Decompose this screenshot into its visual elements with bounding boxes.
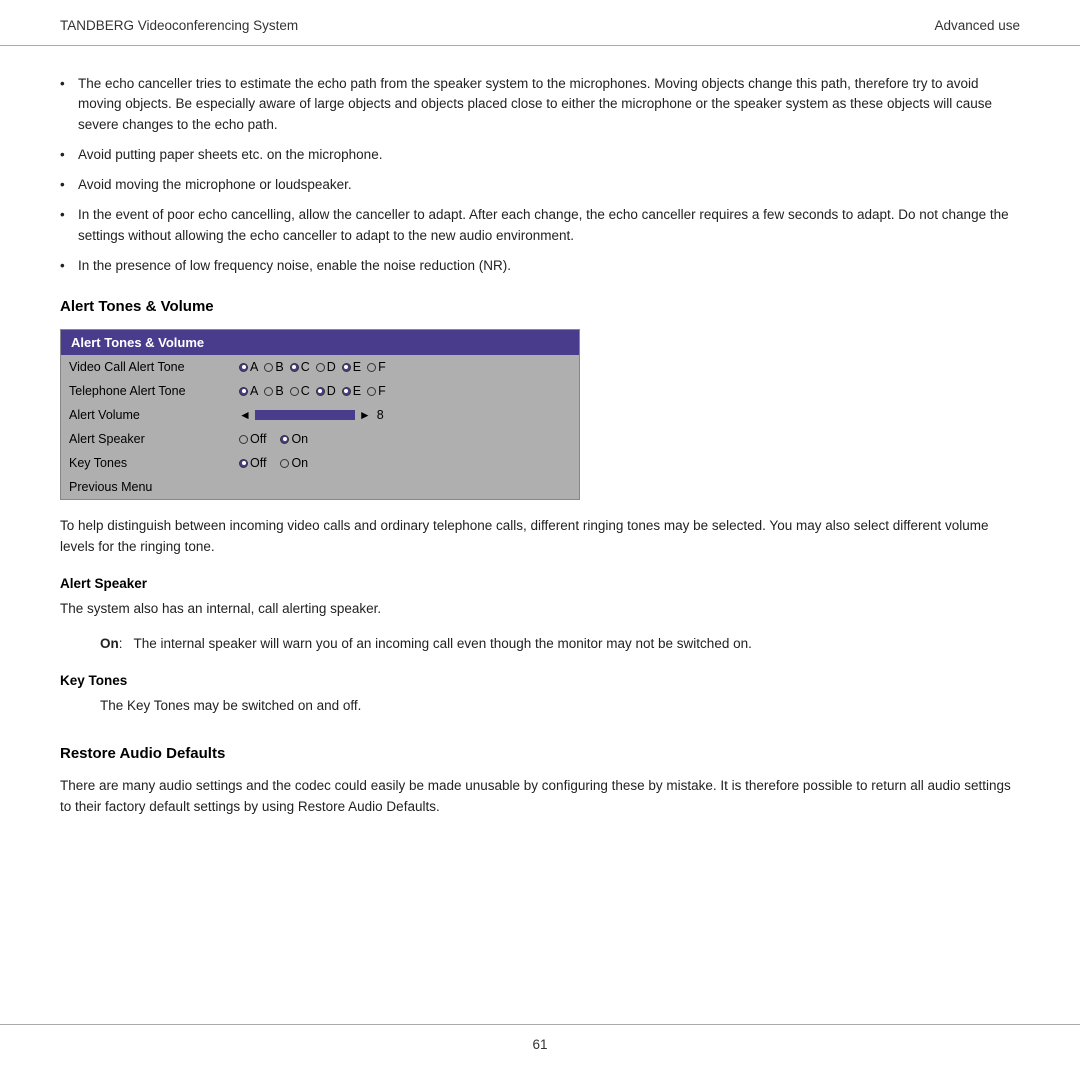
previous-menu-label: Previous Menu — [69, 480, 239, 494]
alert-speaker-on-description: On: The internal speaker will warn you o… — [60, 634, 1020, 655]
bullet-list: The echo canceller tries to estimate the… — [60, 74, 1020, 276]
tel-F-label: F — [378, 384, 386, 398]
tel-E-label: E — [353, 384, 361, 398]
tel-D-label: D — [327, 384, 336, 398]
volume-number: 8 — [377, 408, 384, 422]
key-tones-off[interactable]: Off — [239, 456, 266, 470]
alert-tones-heading: Alert Tones & Volume — [60, 298, 1020, 315]
alert-speaker-on-radio — [280, 435, 289, 444]
radio-D-circle — [316, 363, 325, 372]
tel-radio-D — [316, 387, 325, 396]
key-tones-options: Off On — [239, 456, 308, 470]
alert-speaker-on-keyword: On — [100, 636, 119, 651]
radio-C-label: C — [301, 360, 310, 374]
key-tones-off-label: Off — [250, 456, 266, 470]
tel-B-label: B — [275, 384, 283, 398]
tel-E[interactable]: E — [342, 384, 361, 398]
alert-speaker-label: Alert Speaker — [69, 432, 239, 446]
tel-D[interactable]: D — [316, 384, 336, 398]
video-call-options: A B C D — [239, 360, 386, 374]
tel-radio-B — [264, 387, 273, 396]
radio-A-label: A — [250, 360, 258, 374]
alert-speaker-off-label: Off — [250, 432, 266, 446]
restore-audio-heading: Restore Audio Defaults — [60, 745, 1020, 762]
tel-C[interactable]: C — [290, 384, 310, 398]
alert-speaker-on-label: On — [291, 432, 308, 446]
page: TANDBERG Videoconferencing System Advanc… — [0, 0, 1080, 1080]
alert-speaker-off-radio — [239, 435, 248, 444]
previous-menu-row[interactable]: Previous Menu — [61, 475, 579, 499]
page-number: 61 — [532, 1037, 547, 1052]
volume-arrow-left[interactable]: ◄ — [239, 408, 251, 422]
video-call-C[interactable]: C — [290, 360, 310, 374]
key-tones-on[interactable]: On — [280, 456, 308, 470]
telephone-alert-options: A B C D — [239, 384, 386, 398]
radio-B-label: B — [275, 360, 283, 374]
header: TANDBERG Videoconferencing System Advanc… — [0, 0, 1080, 46]
alert-speaker-options: Off On — [239, 432, 308, 446]
radio-D-label: D — [327, 360, 336, 374]
key-tones-row: Key Tones Off On — [61, 451, 579, 475]
key-tones-off-radio — [239, 459, 248, 468]
description-text: To help distinguish between incoming vid… — [60, 516, 1020, 558]
video-call-E[interactable]: E — [342, 360, 361, 374]
atv-table-body: Video Call Alert Tone A B C — [61, 355, 579, 499]
radio-C-circle — [290, 363, 299, 372]
video-call-D[interactable]: D — [316, 360, 336, 374]
alert-speaker-on-text: The internal speaker will warn you of an… — [134, 636, 752, 651]
radio-E-circle — [342, 363, 351, 372]
bullet-item-5: In the presence of low frequency noise, … — [60, 256, 1020, 276]
alert-speaker-colon: : — [119, 636, 134, 651]
video-call-label: Video Call Alert Tone — [69, 360, 239, 374]
volume-bar: ◄ ► 8 — [239, 408, 384, 422]
tel-A-label: A — [250, 384, 258, 398]
header-section: Advanced use — [934, 18, 1020, 33]
tel-A[interactable]: A — [239, 384, 258, 398]
alert-speaker-on[interactable]: On — [280, 432, 308, 446]
volume-slider-track[interactable] — [255, 410, 355, 420]
key-tones-on-radio — [280, 459, 289, 468]
radio-B-circle — [264, 363, 273, 372]
radio-F-label: F — [378, 360, 386, 374]
tel-B[interactable]: B — [264, 384, 283, 398]
video-call-B[interactable]: B — [264, 360, 283, 374]
alert-volume-label: Alert Volume — [69, 408, 239, 422]
telephone-alert-label: Telephone Alert Tone — [69, 384, 239, 398]
restore-audio-body: There are many audio settings and the co… — [60, 776, 1020, 818]
video-call-alert-tone-row: Video Call Alert Tone A B C — [61, 355, 579, 379]
tel-radio-F — [367, 387, 376, 396]
alert-speaker-body: The system also has an internal, call al… — [60, 599, 1020, 620]
video-call-F[interactable]: F — [367, 360, 386, 374]
alert-speaker-row: Alert Speaker Off On — [61, 427, 579, 451]
alert-speaker-heading: Alert Speaker — [60, 576, 1020, 591]
bullet-item-3: Avoid moving the microphone or loudspeak… — [60, 175, 1020, 195]
bullet-item-1: The echo canceller tries to estimate the… — [60, 74, 1020, 135]
tel-C-label: C — [301, 384, 310, 398]
header-title: TANDBERG Videoconferencing System — [60, 18, 298, 33]
tel-radio-E — [342, 387, 351, 396]
key-tones-on-label: On — [291, 456, 308, 470]
key-tones-heading: Key Tones — [60, 673, 1020, 688]
alert-tones-table: Alert Tones & Volume Video Call Alert To… — [60, 329, 580, 500]
tel-radio-A — [239, 387, 248, 396]
bullet-item-2: Avoid putting paper sheets etc. on the m… — [60, 145, 1020, 165]
footer: 61 — [0, 1024, 1080, 1052]
radio-A-circle — [239, 363, 248, 372]
key-tones-body: The Key Tones may be switched on and off… — [60, 696, 1020, 717]
tel-radio-C — [290, 387, 299, 396]
key-tones-label: Key Tones — [69, 456, 239, 470]
radio-F-circle — [367, 363, 376, 372]
tel-F[interactable]: F — [367, 384, 386, 398]
atv-table-header: Alert Tones & Volume — [61, 330, 579, 355]
volume-arrow-right[interactable]: ► — [359, 408, 371, 422]
content: The echo canceller tries to estimate the… — [0, 46, 1080, 861]
alert-speaker-off[interactable]: Off — [239, 432, 266, 446]
bullet-item-4: In the event of poor echo cancelling, al… — [60, 205, 1020, 246]
video-call-A[interactable]: A — [239, 360, 258, 374]
alert-volume-row: Alert Volume ◄ ► 8 — [61, 403, 579, 427]
radio-E-label: E — [353, 360, 361, 374]
telephone-alert-tone-row: Telephone Alert Tone A B C — [61, 379, 579, 403]
